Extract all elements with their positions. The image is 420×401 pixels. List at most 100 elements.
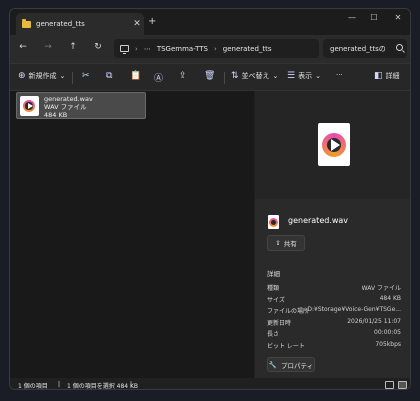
tab-title: generated_tts xyxy=(36,20,85,28)
detail-row: 長さ 00:00:05 xyxy=(267,329,401,338)
sort-label: 並べ替え xyxy=(241,72,270,80)
new-tab-button[interactable]: + xyxy=(148,16,156,27)
new-button[interactable]: ⊕ 新規作成 ⌄ xyxy=(18,71,65,81)
file-info: generated.wav WAV ファイル 484 KB xyxy=(44,95,93,119)
details-button[interactable]: ◧ 詳細 xyxy=(374,71,400,81)
rename-button[interactable]: Ⓐ xyxy=(154,71,163,84)
sort-button[interactable]: ⇅ 並べ替え ⌄ xyxy=(231,71,278,81)
back-button[interactable]: ← xyxy=(16,42,30,52)
status-separator: | xyxy=(58,381,61,388)
share-icon: ⇪ xyxy=(179,71,187,81)
paste-button[interactable]: 📋 xyxy=(130,71,141,81)
detail-value: 00:00:05 xyxy=(374,329,401,336)
wrench-icon: 🔧 xyxy=(268,360,277,369)
detail-key: サイズ xyxy=(267,297,285,304)
details-section-title: 詳細 xyxy=(267,270,280,278)
properties-button[interactable]: 🔧 プロパティ xyxy=(267,357,315,372)
copy-button[interactable]: ⧉ xyxy=(106,71,112,81)
file-list[interactable]: generated.wav WAV ファイル 484 KB xyxy=(10,91,254,378)
new-icon: ⊕ xyxy=(18,71,26,81)
forward-button[interactable]: → xyxy=(41,42,55,52)
window-close-button[interactable]: ✕ xyxy=(390,13,406,22)
refresh-button[interactable]: ↻ xyxy=(91,42,105,52)
detail-row: ビット レート 705kbps xyxy=(267,341,401,350)
file-type: WAV ファイル xyxy=(44,103,87,111)
breadcrumb-item-tsgemma-tts[interactable]: TSGemma-TTS xyxy=(157,45,208,53)
delete-button[interactable]: 🗑 xyxy=(204,71,215,81)
explorer-window: generated_tts ✕ + — ☐ ✕ ← → ↑ ↻ › ⋯ TSGe… xyxy=(9,8,411,390)
play-icon xyxy=(331,139,340,151)
search-text: generated_ttsの xyxy=(330,44,386,53)
rename-icon: Ⓐ xyxy=(154,74,164,84)
detail-value: 2026/01/25 11:07 xyxy=(347,318,401,325)
tiles-view-icon[interactable] xyxy=(398,381,407,389)
paste-icon: 📋 xyxy=(130,71,142,81)
more-options-button[interactable]: ··· xyxy=(336,71,343,79)
view-label: 表示 xyxy=(298,72,313,80)
play-icon xyxy=(28,103,33,109)
cut-button[interactable]: ✂ xyxy=(82,71,90,81)
breadcrumb-separator: › xyxy=(135,44,138,53)
details-label: 詳細 xyxy=(385,72,400,80)
details-title: generated.wav xyxy=(288,216,349,225)
detail-value: 484 KB xyxy=(379,295,401,302)
chevron-down-icon: ⌄ xyxy=(272,72,279,80)
up-button[interactable]: ↑ xyxy=(66,42,80,52)
chevron-down-icon: ⌄ xyxy=(59,72,66,80)
breadcrumb-item-generated-tts[interactable]: generated_tts xyxy=(223,45,272,53)
navigation-bar: ← → ↑ ↻ › ⋯ TSGemma-TTS › generated_tts … xyxy=(10,35,410,63)
detail-key: 長さ xyxy=(267,331,280,338)
view-icon: ☰ xyxy=(287,71,296,81)
divider xyxy=(224,72,225,84)
cut-icon: ✂ xyxy=(82,71,90,81)
view-button[interactable]: ☰ 表示 ⌄ xyxy=(287,71,321,81)
detail-value: D:¥Storage¥Voice-Gen¥TSGe... xyxy=(307,306,401,313)
minimize-button[interactable]: — xyxy=(344,13,360,22)
share-icon: ⇪ xyxy=(275,239,281,247)
command-bar: ⊕ 新規作成 ⌄ ✂ ⧉ 📋 Ⓐ ⇪ 🗑 ⇅ 並べ替え ⌄ ☰ 表示 ⌄ ···… xyxy=(10,63,410,91)
tab-close-icon[interactable]: ✕ xyxy=(130,19,144,29)
audio-file-large-icon xyxy=(318,123,350,166)
this-pc-icon xyxy=(120,45,129,54)
item-count: 1 個の項目 xyxy=(18,383,48,390)
divider xyxy=(72,72,73,84)
detail-row: 更新日時 2026/01/25 11:07 xyxy=(267,318,401,327)
selection-info: 1 個の項目を選択 484 KB xyxy=(67,383,139,390)
detail-row: ファイルの場所 D:¥Storage¥Voice-Gen¥TSGe... xyxy=(267,306,401,315)
folder-icon xyxy=(22,18,31,28)
detail-key: 更新日時 xyxy=(267,320,292,327)
status-separator: | xyxy=(130,381,133,388)
more-icon: ··· xyxy=(336,71,343,79)
file-item-generated-wav[interactable]: generated.wav WAV ファイル 484 KB xyxy=(16,92,146,119)
details-view-icon[interactable] xyxy=(385,381,394,389)
breadcrumb-separator: › xyxy=(213,44,217,53)
file-name: generated.wav xyxy=(44,95,93,103)
details-pane-icon: ◧ xyxy=(374,71,383,81)
share-button[interactable]: ⇪ xyxy=(179,71,187,81)
status-bar: 1 個の項目 | 1 個の項目を選択 484 KB | xyxy=(10,378,410,390)
detail-row: サイズ 484 KB xyxy=(267,295,401,304)
disc-icon xyxy=(269,218,278,227)
address-bar[interactable]: › ⋯ TSGemma-TTS › generated_tts xyxy=(114,39,319,58)
tab-generated-tts[interactable]: generated_tts ✕ xyxy=(16,13,144,35)
title-bar: generated_tts ✕ + — ☐ ✕ xyxy=(10,9,410,35)
search-icon xyxy=(396,44,403,51)
copy-icon: ⧉ xyxy=(106,71,113,81)
sort-icon: ⇅ xyxy=(231,71,239,81)
file-size: 484 KB xyxy=(44,111,68,119)
properties-label: プロパティ xyxy=(280,361,314,370)
details-pane: generated.wav ⇪ 共有 詳細 種類 WAV ファイル サイズ 48… xyxy=(255,91,410,378)
chevron-down-icon: ⌄ xyxy=(315,72,321,80)
share-label: 共有 xyxy=(283,240,297,248)
file-preview xyxy=(255,91,410,199)
detail-row: 種類 WAV ファイル xyxy=(267,283,401,292)
audio-file-icon xyxy=(20,96,39,116)
delete-icon: 🗑 xyxy=(204,71,216,81)
share-button-details[interactable]: ⇪ 共有 xyxy=(267,235,305,251)
new-label: 新規作成 xyxy=(28,72,57,80)
breadcrumb-more[interactable]: ⋯ xyxy=(144,45,151,53)
maximize-button[interactable]: ☐ xyxy=(366,13,382,22)
detail-value: WAV ファイル xyxy=(361,285,401,292)
search-input[interactable]: generated_ttsの xyxy=(323,39,407,58)
detail-value: 705kbps xyxy=(375,341,401,348)
